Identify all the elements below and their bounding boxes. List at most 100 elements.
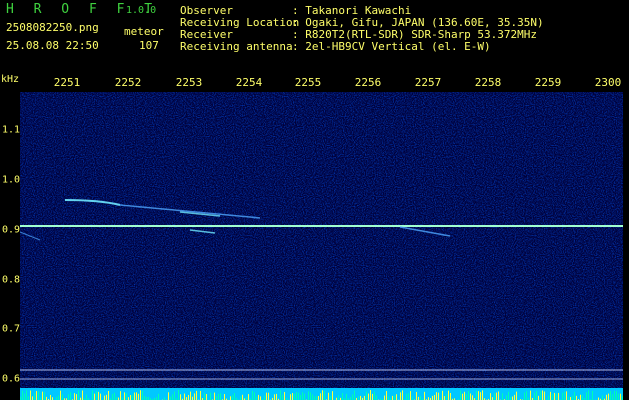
signal-spike [602,395,603,400]
signal-spike [574,391,575,400]
signal-spike [32,396,33,400]
time-axis: 2251 2252 2253 2254 2255 2256 2257 2258 … [0,76,629,92]
signal-spike [268,392,269,400]
signal-spike [366,391,367,400]
signal-spike [508,391,509,400]
signal-spike [158,393,159,400]
signal-spike [58,395,59,400]
signal-spike [304,393,305,400]
signal-spike [592,390,593,400]
signal-spike [420,396,421,400]
signal-spike [582,394,583,400]
signal-spike [322,390,323,400]
signal-spike [444,396,445,400]
signal-spike [512,396,513,400]
frequency-tick: 0.8 [2,274,21,286]
signal-spike [316,395,317,400]
info-value-antenna: : 2el-HB9CV Vertical (el. E-W) [292,40,491,53]
signal-spike [174,391,175,400]
signal-spike [206,394,207,400]
signal-spike [130,395,131,400]
signal-spike [432,395,433,400]
frequency-tick: 0.9 [2,224,21,236]
time-tick: 2257 [414,76,442,89]
signal-spike [200,390,201,400]
signal-spike [194,393,195,400]
signal-spike [470,393,471,400]
signal-spike [284,392,285,400]
signal-spike [22,390,23,400]
signal-spike [96,391,97,400]
signal-spike [620,393,621,400]
signal-spike [78,390,79,400]
signal-spike [442,390,443,400]
time-tick: 2259 [534,76,562,89]
signal-spike [280,390,281,400]
signal-spike [172,394,173,400]
signal-spike [248,394,249,400]
signal-spike [220,393,221,400]
signal-spike [274,394,275,400]
signal-spike [338,395,339,400]
signal-spike [530,390,531,400]
signal-spike [376,395,377,400]
signal-spike [68,394,69,400]
signal-spike [266,392,267,400]
signal-spike [464,391,465,400]
signal-spike [230,396,231,400]
signal-spike [588,390,589,400]
signal-spike [144,395,145,400]
frequency-tick: 0.6 [2,373,21,385]
time-tick: 2251 [53,76,81,89]
signal-spike [106,394,107,400]
signal-spike [352,394,353,400]
signal-spike [478,391,479,400]
signal-spike [550,391,551,400]
signal-spike [448,390,449,400]
signal-spike [188,394,189,400]
signal-spike [92,390,93,400]
signal-spike [302,392,303,400]
signal-spike [364,395,365,400]
signal-spike [616,391,617,400]
signal-spike [480,392,481,400]
signal-spike [402,390,403,400]
signal-spike [496,392,497,400]
detection-count: 107 [139,39,159,52]
signal-spike [586,392,587,400]
frequency-tick: 0.7 [2,323,21,335]
signal-spike [294,393,295,400]
spectrogram [20,92,623,400]
signal-spike [26,390,27,400]
signal-spike [76,394,77,400]
signal-spike [298,392,299,400]
signal-spike [534,392,535,400]
signal-spike [552,394,553,400]
signal-spike [214,392,215,400]
signal-spike [86,394,87,400]
signal-spike [332,391,333,400]
signal-spike [44,391,45,400]
signal-spike [252,390,253,400]
signal-spike [416,391,417,400]
signal-spike [328,392,329,400]
signal-spike [412,396,413,400]
signal-spike [386,391,387,400]
signal-spike [450,392,451,400]
signal-spike [554,392,555,400]
signal-spike [618,393,619,400]
signal-spike [256,396,257,400]
signal-spike [540,390,541,400]
signal-spike [104,395,105,400]
signal-spike [400,392,401,400]
header-panel: H R O F F T 1.0.0 2508082250.png 25.08.0… [0,0,629,74]
signal-spike [346,393,347,400]
signal-spike [622,395,623,400]
frequency-axis: 1.1 1.0 0.9 0.8 0.7 0.6 [0,92,20,400]
signal-spike [438,392,439,400]
signal-spike [384,395,385,400]
signal-spike [74,393,75,400]
time-tick: 2254 [235,76,263,89]
signal-spike [260,396,261,400]
signal-spike [342,392,343,400]
